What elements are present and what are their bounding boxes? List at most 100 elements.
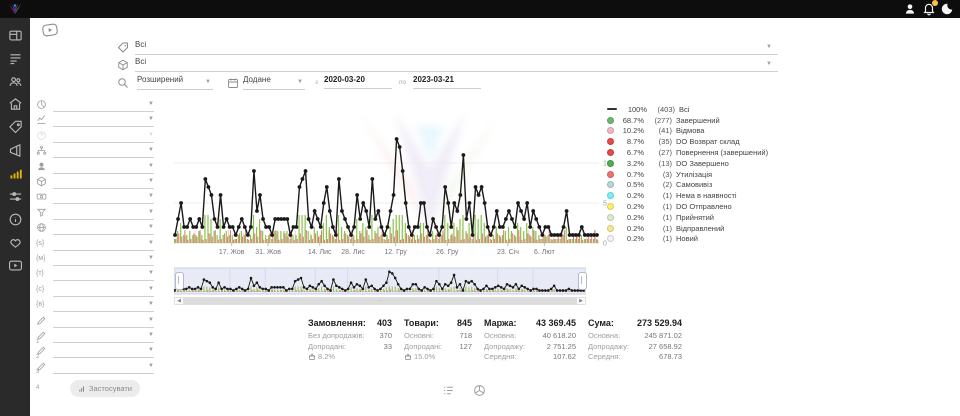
filter-select-2: ▼ [53,129,154,143]
filter-select-13[interactable]: ▼ [53,298,154,312]
funnel-icon [36,207,47,218]
pencil-icon: 4 [36,361,47,372]
filter-select-12[interactable]: ▼ [53,283,154,297]
stat-sub-value: 27 658.92 [649,342,682,353]
stat-sub-value: 127 [459,342,472,353]
pie-chart-icon [36,99,47,110]
chevron-down-icon: ▼ [148,147,154,153]
chevron-down-icon: ▼ [148,240,154,246]
stat-sub-label: Основна: [588,331,620,342]
filter-select-7[interactable]: ▼ [53,206,154,220]
legend-percent: 3.2% [618,159,644,168]
filter-select-16[interactable]: ▼ [53,344,154,358]
theme-moon-icon[interactable] [940,2,954,16]
legend-item-9[interactable]: 0.2%(1)DO Отправлено [607,201,787,212]
date-field-select[interactable]: Додане ▼ [243,75,305,90]
rail-item-megaphone-icon[interactable] [8,143,23,158]
svg-text:28. Лис: 28. Лис [341,249,365,256]
stat-sub-label: Без допродажів: [308,331,365,342]
rail-item-heart-icon[interactable] [8,235,23,250]
stat-sub-label: Середня: [484,352,516,363]
chevron-down-icon: ▼ [766,44,772,50]
notification-badge [932,0,938,6]
filter-select-10[interactable]: ▼ [53,252,154,266]
date-to-input[interactable]: 2023-03-21 [413,75,481,89]
scroll-left-arrow[interactable]: ◀ [175,298,183,304]
filter-select-1[interactable]: ▼ [53,113,154,127]
legend-item-10[interactable]: 0.2%(1)Прийнятий [607,212,787,223]
analytics-page: Всі ▼ Всі ▼ Розширений ▼ Додане ▼ з 2020… [0,0,960,416]
rail-item-store-icon[interactable] [8,97,23,112]
date-to-value: 2023-03-21 [413,75,454,84]
calendar-icon [227,77,239,89]
stat-sub-value: 678.73 [659,352,682,363]
legend-item-11[interactable]: 0.2%(1)Відправлений [607,223,787,234]
filter-select-17[interactable]: ▼ [53,360,154,374]
legend-item-2[interactable]: 10.2%(41)Відмова [607,126,787,137]
legend-count: (403) [651,105,675,114]
svg-text:6. Лют: 6. Лют [534,249,555,256]
legend-count: (35) [648,137,672,146]
legend-item-6[interactable]: 0.7%(3)Утилізація [607,169,787,180]
scroll-right-arrow[interactable]: ▶ [577,298,585,304]
filter-select-6[interactable]: ▼ [53,190,154,204]
minimap-left-handle[interactable] [175,272,184,290]
chart-icon [78,385,86,393]
video-hint-icon[interactable] [41,22,59,38]
filter-select-5[interactable]: ▼ [53,175,154,189]
rail-item-users-icon[interactable] [8,74,23,89]
legend-item-4[interactable]: 6.7%(27)Повернення (завершений) [607,147,787,158]
search-mode-select[interactable]: Розширений ▼ [137,75,213,90]
filter-select-9[interactable]: ▼ [53,237,154,251]
filter-select-8[interactable]: ▼ [53,221,154,235]
chevron-down-icon: ▼ [148,255,154,261]
notifications-bell-icon[interactable] [922,2,936,16]
chart-minimap[interactable] [174,266,586,296]
rail-item-orders-list-icon[interactable] [8,51,23,66]
help-icon [36,130,47,141]
search-icon[interactable] [117,77,129,89]
rail-item-video-tutorials-icon[interactable] [8,258,23,273]
rail-item-price-tag-icon[interactable] [8,120,23,135]
filter-select-15[interactable]: ▼ [53,329,154,343]
tags-filter-icon [117,42,129,54]
legend-item-1[interactable]: 68.7%(277)Завершений [607,115,787,126]
legend-item-0[interactable]: 100%(403)Всі [607,104,787,115]
products-toggle-icon[interactable] [473,384,486,397]
filter-select-14[interactable]: ▼ [53,314,154,328]
filter-select-4[interactable]: ▼ [53,160,154,174]
profile-icon[interactable] [903,2,917,16]
rail-item-dashboard-icon[interactable] [8,28,23,43]
legend-item-5[interactable]: 3.2%(13)DO Завершено [607,158,787,169]
legend-item-3[interactable]: 8.7%(35)DO Возврат склад [607,136,787,147]
legend-item-7[interactable]: 0.5%(2)Самовивіз [607,180,787,191]
svg-text:31. Жов: 31. Жов [255,249,281,256]
filter-select-3[interactable]: ▼ [53,144,154,158]
legend-swatch [607,149,614,156]
rail-item-info-icon[interactable] [8,212,23,227]
chevron-down-icon: ▼ [148,178,154,184]
svg-text:23. Січ: 23. Січ [497,248,519,256]
orders-list-toggle-icon[interactable] [442,384,455,397]
chevron-down-icon: ▼ [205,79,211,85]
rail-item-sliders-icon[interactable] [8,189,23,204]
app-logo-icon[interactable] [7,2,23,16]
chart-scrollbar[interactable]: ◀ ▶ ⋯ [174,297,586,305]
stat-sub-label: Допродані: [404,342,442,353]
date-from-input[interactable]: 2020-03-20 [324,75,392,89]
pencil-icon: 3 [36,345,47,356]
chevron-down-icon: ▼ [766,61,772,67]
filter-select-11[interactable]: ▼ [53,267,154,281]
legend-item-8[interactable]: 0.2%(1)Нема в наявності [607,190,787,201]
scrollbar-thumb[interactable]: ⋯ [183,298,577,304]
status-group-select[interactable]: Всі ▼ [135,40,778,55]
filter-row-6: ▼ [36,190,158,204]
rail-item-analytics-icon[interactable] [8,166,23,181]
filter-row-9: {s}▼ [36,237,158,251]
legend-item-12[interactable]: 0.2%(1)Новий [607,234,787,245]
minimap-right-handle[interactable] [578,272,587,290]
product-select[interactable]: Всі ▼ [135,57,778,72]
apply-button[interactable]: Застосувати [70,380,140,397]
chevron-down-icon: ▼ [148,363,154,369]
filter-select-0[interactable]: ▼ [53,98,154,112]
